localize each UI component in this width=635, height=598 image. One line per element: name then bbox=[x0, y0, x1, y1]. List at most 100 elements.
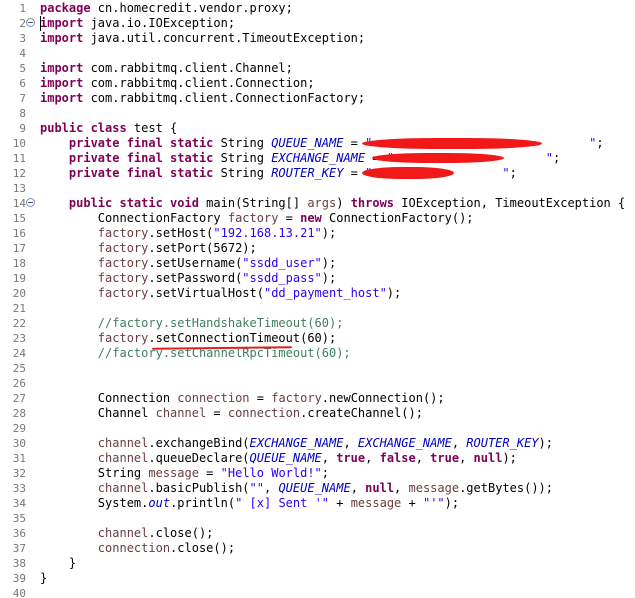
code-line[interactable]: 9 public class test { bbox=[0, 121, 635, 136]
code-line[interactable]: 15 ConnectionFactory factory = new Conne… bbox=[0, 211, 635, 226]
code-token: import bbox=[40, 61, 84, 75]
code-token: channel bbox=[97, 436, 149, 450]
code-token: .close(); bbox=[170, 541, 236, 555]
code-token: .setUsername( bbox=[148, 256, 243, 270]
code-token: java.io.IOException; bbox=[83, 16, 236, 30]
code-line[interactable]: 3 import java.util.concurrent.TimeoutExce… bbox=[0, 31, 635, 46]
line-number: 40 bbox=[12, 587, 26, 598]
code-line[interactable]: 5 import com.rabbitmq.client.Channel; bbox=[0, 61, 635, 76]
code-line[interactable]: 28 Channel channel = connection.createCh… bbox=[0, 406, 635, 421]
code-token: connection bbox=[177, 391, 250, 405]
code-line[interactable]: 11 private final static String EXCHANGE_… bbox=[0, 151, 635, 166]
code-line[interactable]: 12 private final static String ROUTER_KE… bbox=[0, 166, 635, 181]
line-number: 5 bbox=[19, 62, 26, 75]
line-number: 22 bbox=[12, 317, 26, 330]
code-token: ROUTER_KEY bbox=[271, 166, 344, 180]
code-editor[interactable]: 1 package cn.homecredit.vendor.proxy; 2 imp… bbox=[0, 0, 635, 598]
code-token: String bbox=[213, 151, 272, 165]
code-line[interactable]: 34 System.out.println(" [x] Sent '" + me… bbox=[0, 496, 635, 511]
code-line[interactable]: 17 factory.setPort(5672); bbox=[0, 241, 635, 256]
fold-toggle-icon[interactable] bbox=[26, 198, 35, 207]
code-token: out bbox=[148, 496, 171, 510]
code-token: ConnectionFactory bbox=[40, 211, 228, 225]
code-line[interactable]: 29 bbox=[0, 421, 635, 436]
code-text: channel.basicPublish("", QUEUE_NAME, nul… bbox=[40, 481, 553, 496]
line-number: 39 bbox=[12, 572, 26, 585]
line-number: 18 bbox=[12, 257, 26, 270]
code-token: ); bbox=[444, 496, 460, 510]
code-token: connection bbox=[97, 541, 171, 555]
line-number: 11 bbox=[12, 152, 26, 165]
code-line[interactable]: 37 connection.close(); bbox=[0, 541, 635, 556]
line-number: 4 bbox=[19, 47, 26, 60]
code-text: channel.exchangeBind(EXCHANGE_NAME, EXCH… bbox=[40, 436, 553, 451]
code-line[interactable]: 4 bbox=[0, 46, 635, 61]
code-token: ; bbox=[321, 466, 330, 480]
code-token: //factory.setHandshakeTimeout(60); bbox=[97, 316, 344, 330]
line-number: 26 bbox=[12, 377, 26, 390]
code-token: ); bbox=[321, 271, 337, 285]
code-token: factory bbox=[227, 211, 279, 225]
code-token: ); bbox=[386, 286, 402, 300]
code-line[interactable]: 27 Connection connection = factory.newCo… bbox=[0, 391, 635, 406]
code-token: ; bbox=[553, 151, 561, 165]
code-text: factory.setPassword("ssdd_pass"); bbox=[40, 271, 336, 286]
code-token: Connection bbox=[40, 391, 178, 405]
code-token: ; bbox=[509, 166, 517, 180]
code-text: ConnectionFactory factory = new Connecti… bbox=[40, 211, 474, 226]
code-line[interactable]: 31 channel.queueDeclare(QUEUE_NAME, true… bbox=[0, 451, 635, 466]
code-line[interactable]: 25 bbox=[0, 361, 635, 376]
code-line[interactable]: 24 //factory.setChannelRpcTimeout(60); bbox=[0, 346, 635, 361]
code-token: "ssdd_pass" bbox=[242, 271, 322, 285]
code-token: .println( bbox=[170, 496, 236, 510]
code-line[interactable]: 6 import com.rabbitmq.client.Connection; bbox=[0, 76, 635, 91]
code-line[interactable]: 18 factory.setUsername("ssdd_user"); bbox=[0, 256, 635, 271]
code-line[interactable]: 7 import com.rabbitmq.client.ConnectionFa… bbox=[0, 91, 635, 106]
code-text: public static void main(String[] args) t… bbox=[40, 196, 625, 211]
code-token: = bbox=[278, 211, 301, 225]
code-token: test { bbox=[126, 121, 178, 135]
code-line[interactable]: 26 bbox=[0, 376, 635, 391]
code-line[interactable]: 20 factory.setVirtualHost("dd_payment_ho… bbox=[0, 286, 635, 301]
code-token: com.rabbitmq.client.ConnectionFactory; bbox=[83, 91, 366, 105]
code-token: factory bbox=[97, 286, 149, 300]
code-area[interactable]: 1 package cn.homecredit.vendor.proxy; 2 imp… bbox=[0, 0, 635, 598]
code-line[interactable]: 2 import java.io.IOException; bbox=[0, 16, 635, 31]
line-number: 38 bbox=[12, 557, 26, 570]
code-token: " bbox=[545, 151, 553, 165]
code-token: ); bbox=[502, 451, 517, 465]
code-line[interactable]: 14 public static void main(String[] args… bbox=[0, 196, 635, 211]
code-line[interactable]: 16 factory.setHost("192.168.13.21"); bbox=[0, 226, 635, 241]
code-line[interactable]: 21 bbox=[0, 301, 635, 316]
code-token: , bbox=[365, 451, 380, 465]
code-line[interactable]: 32 String message = "Hello World!"; bbox=[0, 466, 635, 481]
code-text: import java.util.concurrent.TimeoutExcep… bbox=[40, 31, 365, 46]
code-line[interactable]: 39} bbox=[0, 571, 635, 586]
code-line[interactable]: 1 package cn.homecredit.vendor.proxy; bbox=[0, 1, 635, 16]
line-number: 31 bbox=[12, 452, 26, 465]
code-line[interactable]: 30 channel.exchangeBind(EXCHANGE_NAME, E… bbox=[0, 436, 635, 451]
code-line[interactable]: 23 factory.setConnectionTimeout(60); bbox=[0, 331, 635, 346]
code-token: import bbox=[40, 91, 84, 105]
code-line[interactable]: 22 //factory.setHandshakeTimeout(60); bbox=[0, 316, 635, 331]
code-line[interactable]: 8 bbox=[0, 106, 635, 121]
code-token: .setPort(5672); bbox=[148, 241, 257, 255]
code-text: System.out.println(" [x] Sent '" + messa… bbox=[40, 496, 459, 511]
code-line[interactable]: 33 channel.basicPublish("", QUEUE_NAME, … bbox=[0, 481, 635, 496]
code-line[interactable]: 13 bbox=[0, 181, 635, 196]
code-line[interactable]: 36 channel.close(); bbox=[0, 526, 635, 541]
fold-toggle-icon[interactable] bbox=[26, 18, 35, 27]
code-token: } bbox=[40, 571, 48, 585]
code-line[interactable]: 19 factory.setPassword("ssdd_pass"); bbox=[0, 271, 635, 286]
code-line[interactable]: 40 bbox=[0, 586, 635, 598]
code-token: EXCHANGE_NAME bbox=[271, 151, 366, 165]
code-line[interactable]: 38 } bbox=[0, 556, 635, 571]
code-line[interactable]: 35 bbox=[0, 511, 635, 526]
redaction-mark bbox=[362, 138, 542, 149]
code-text: } bbox=[40, 571, 47, 586]
